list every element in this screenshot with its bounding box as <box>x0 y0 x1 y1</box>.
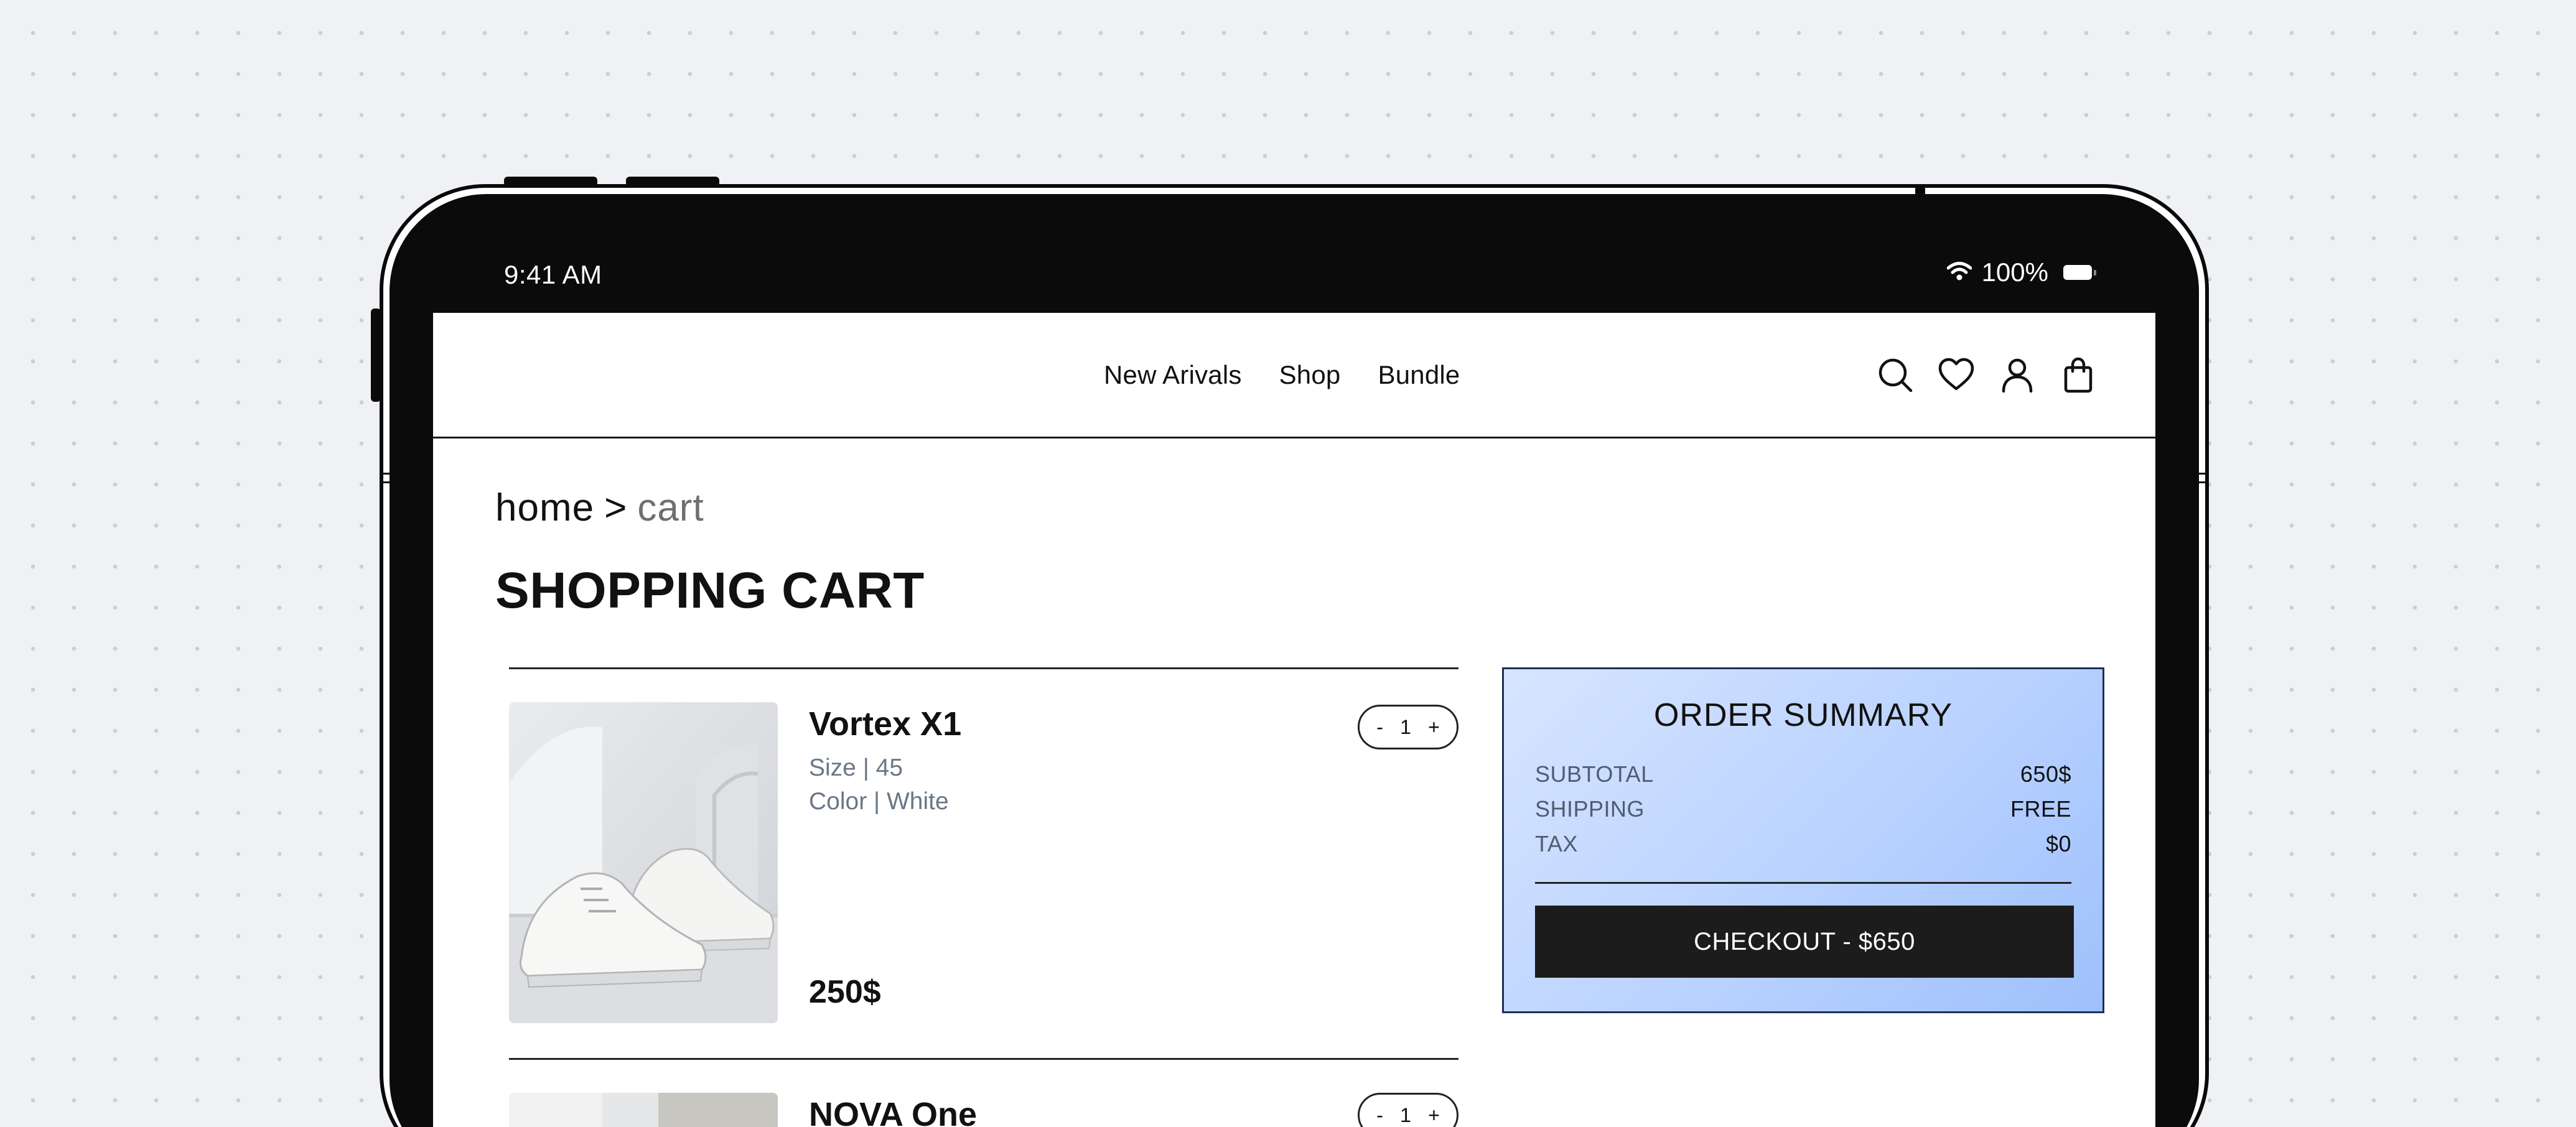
status-indicators: 100% <box>1946 257 2096 287</box>
summary-label: TAX <box>1535 831 1578 856</box>
breadcrumb-current: cart <box>637 486 704 529</box>
top-button-2 <box>626 177 719 187</box>
top-navigation: New Arivals Shop Bundle <box>433 313 2155 438</box>
cart-top-divider <box>509 667 1458 669</box>
app-screen: New Arivals Shop Bundle home > cart SHOP… <box>433 313 2155 1127</box>
summary-value: FREE <box>2010 796 2071 822</box>
breadcrumb: home > cart <box>495 486 704 530</box>
battery-icon <box>2063 265 2096 280</box>
product-name[interactable]: Vortex X1 <box>809 705 961 743</box>
nav-links: New Arivals Shop Bundle <box>1104 360 1460 390</box>
heart-icon[interactable] <box>1938 356 1975 394</box>
summary-row-shipping: SHIPPING FREE <box>1535 796 2071 822</box>
nav-icons <box>1877 356 2097 394</box>
summary-row-tax: TAX $0 <box>1535 831 2071 857</box>
qty-value: 1 <box>1400 1103 1411 1126</box>
qty-decrease-button[interactable]: - <box>1376 716 1383 739</box>
nav-link-bundle[interactable]: Bundle <box>1378 360 1460 390</box>
page-title: SHOPPING CART <box>495 562 925 619</box>
summary-value: 650$ <box>2020 761 2071 787</box>
side-button <box>371 308 381 402</box>
quantity-stepper: - 1 + <box>1358 1093 1458 1127</box>
user-icon[interactable] <box>1999 356 2036 394</box>
product-image[interactable] <box>509 1093 778 1127</box>
bag-icon[interactable] <box>2060 356 2097 394</box>
product-price: 250$ <box>809 974 881 1010</box>
search-icon[interactable] <box>1877 356 1914 394</box>
qty-increase-button[interactable]: + <box>1428 1104 1440 1127</box>
breadcrumb-separator: > <box>604 486 628 529</box>
product-size: Size | 45 <box>809 754 903 781</box>
qty-increase-button[interactable]: + <box>1428 716 1440 739</box>
order-summary-panel: ORDER SUMMARY SUBTOTAL 650$ SHIPPING FRE… <box>1502 667 2104 1013</box>
summary-divider <box>1535 882 2071 884</box>
cart-item-divider <box>509 1058 1458 1060</box>
summary-value: $0 <box>2045 831 2071 856</box>
status-time: 9:41 AM <box>504 260 602 289</box>
qty-decrease-button[interactable]: - <box>1376 1104 1383 1127</box>
quantity-stepper: - 1 + <box>1358 705 1458 749</box>
top-button-1 <box>504 177 597 187</box>
summary-label: SUBTOTAL <box>1535 761 1654 787</box>
wifi-icon <box>1946 257 1972 287</box>
cart-item: NOVA One - 1 + <box>509 1093 1458 1127</box>
right-seam <box>2198 473 2209 475</box>
order-summary-title: ORDER SUMMARY <box>1653 697 1953 733</box>
qty-value: 1 <box>1400 715 1411 738</box>
battery-percent: 100% <box>1981 257 2048 287</box>
product-color: Color | White <box>809 788 949 815</box>
product-name[interactable]: NOVA One <box>809 1095 977 1127</box>
breadcrumb-home[interactable]: home <box>495 486 594 529</box>
checkout-button[interactable]: CHECKOUT - $650 <box>1535 906 2074 978</box>
nav-link-new-arrivals[interactable]: New Arivals <box>1104 360 1242 390</box>
right-seam-2 <box>2198 481 2209 483</box>
cart-item: Vortex X1 Size | 45 Color | White 250$ -… <box>509 702 1458 1026</box>
summary-label: SHIPPING <box>1535 796 1645 822</box>
canvas: 9:41 AM 100% New Arivals Shop Bundle hom… <box>0 0 2576 1127</box>
nav-link-shop[interactable]: Shop <box>1279 360 1341 390</box>
product-image[interactable] <box>509 702 778 1023</box>
summary-row-subtotal: SUBTOTAL 650$ <box>1535 761 2071 787</box>
